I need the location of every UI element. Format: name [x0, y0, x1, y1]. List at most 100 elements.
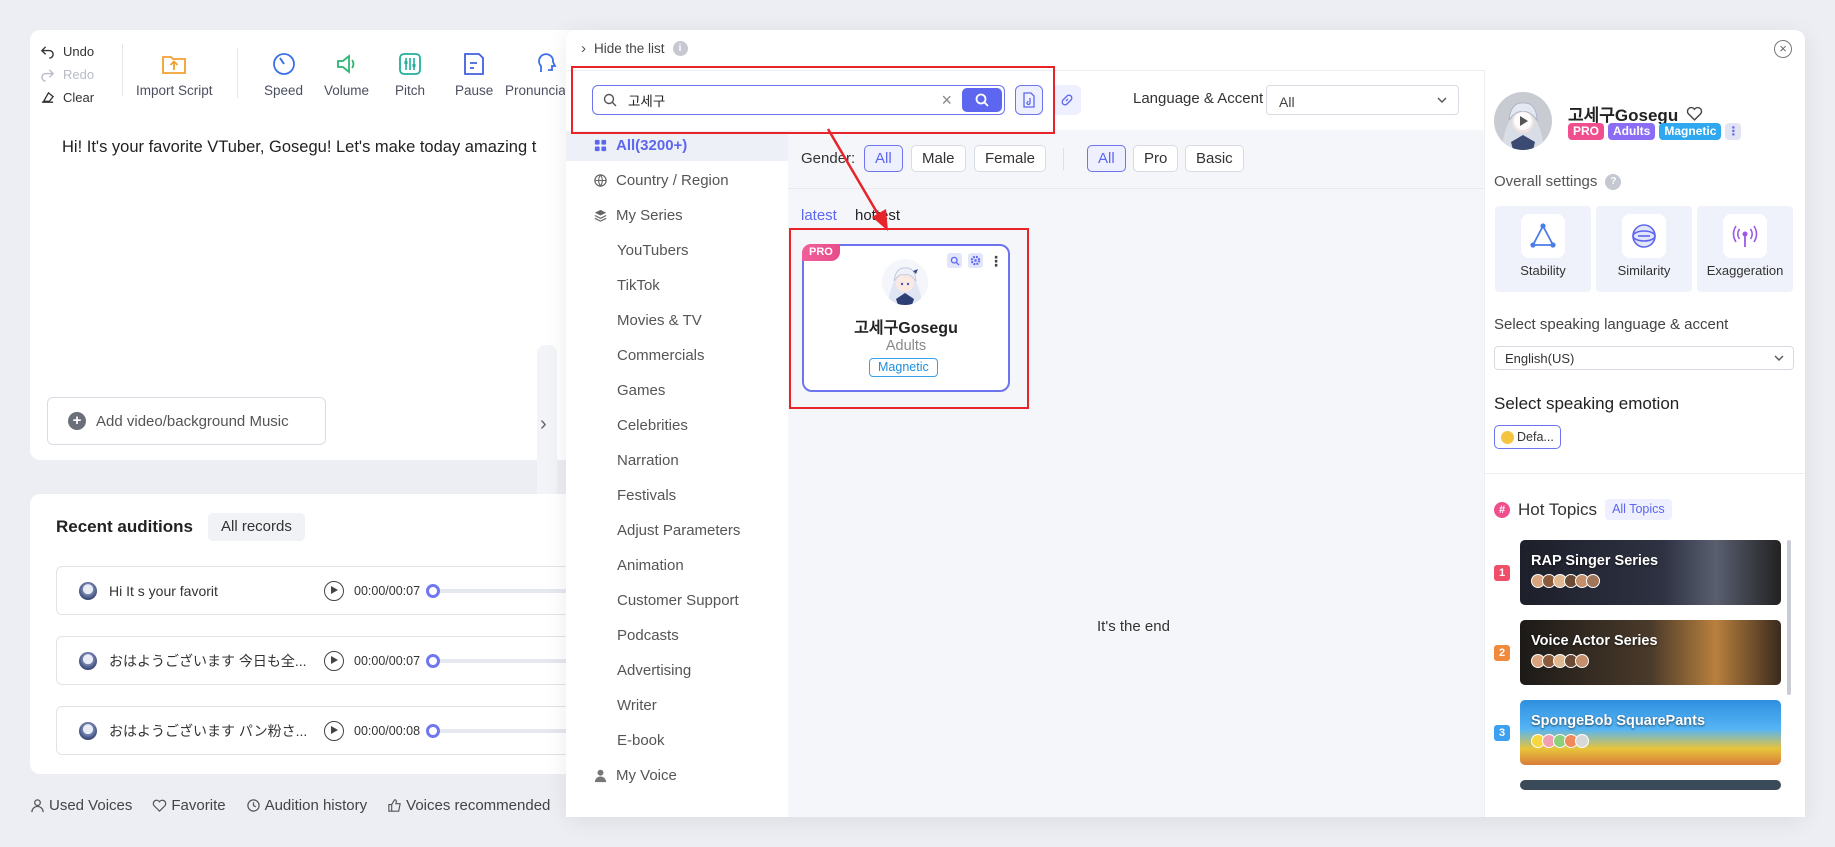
language-accent-select[interactable]: All [1266, 85, 1459, 115]
topics-scrollbar[interactable] [1787, 540, 1791, 695]
undo-button[interactable]: Undo [40, 40, 118, 63]
add-music-button[interactable]: + Add video/background Music [47, 397, 326, 445]
category-my-voice-label: My Voice [616, 767, 677, 784]
more-vertical-icon[interactable]: ⋮ [1725, 123, 1742, 140]
volume-button[interactable]: Volume [324, 50, 369, 98]
used-voices-link[interactable]: Used Voices [30, 797, 132, 814]
category-all[interactable]: All(3200+) [593, 137, 687, 154]
used-voices-label: Used Voices [49, 797, 133, 814]
help-icon[interactable]: ? [1605, 173, 1622, 190]
topic-card[interactable]: SpongeBob SquarePants [1520, 700, 1781, 765]
emotion-default-chip[interactable]: Defa... [1494, 425, 1561, 449]
category-series-label: My Series [616, 207, 683, 224]
topic-title: SpongeBob SquarePants [1531, 713, 1706, 729]
subcategory-item[interactable]: Writer [617, 697, 657, 714]
voices-recommended-link[interactable]: Voices recommended [387, 797, 550, 814]
subcategory-item[interactable]: TikTok [617, 277, 660, 294]
triangle-nodes-icon [1521, 214, 1565, 258]
import-script-label: Import Script [136, 83, 213, 98]
pitch-button[interactable]: Pitch [395, 50, 425, 98]
speaking-language-select[interactable]: English(US) [1494, 346, 1794, 370]
subcategory-item[interactable]: Adjust Parameters [617, 522, 740, 539]
info-icon[interactable]: i [672, 41, 688, 56]
annotation-arrow [826, 128, 888, 231]
plus-icon: + [68, 412, 86, 430]
overall-settings-label: Overall settings [1494, 173, 1598, 190]
pause-button[interactable]: Pause [455, 50, 493, 98]
annotation-highlight-search [571, 66, 1055, 134]
exaggeration-label: Exaggeration [1706, 263, 1784, 278]
speed-button[interactable]: Speed [264, 50, 303, 98]
subcategory-item[interactable]: Movies & TV [617, 312, 702, 329]
voice-preview-avatar[interactable] [1494, 92, 1552, 150]
progress-knob[interactable] [426, 653, 441, 668]
topic-card[interactable]: RAP Singer Series [1520, 540, 1781, 605]
subcategory-item[interactable]: Podcasts [617, 627, 679, 644]
hot-topics-label: Hot Topics [1518, 499, 1598, 519]
speaker-icon [336, 54, 354, 74]
audition-row[interactable]: おはようございます パン粉さ... 00:00/00:08 [56, 706, 596, 755]
hide-list-label: Hide the list [594, 41, 665, 56]
clear-button[interactable]: Clear [40, 86, 118, 109]
redo-button[interactable]: Redo [40, 63, 118, 86]
audition-time: 00:00/00:08 [354, 723, 421, 738]
subcategory-item[interactable]: Games [617, 382, 665, 399]
close-icon[interactable]: × [1774, 40, 1792, 58]
favorite-label: Favorite [171, 797, 226, 814]
topic-avatars [1531, 734, 1589, 748]
gender-female-chip[interactable]: Female [974, 145, 1047, 172]
tier-basic-chip[interactable]: Basic [1185, 145, 1244, 172]
progress-knob[interactable] [426, 723, 441, 738]
play-icon[interactable] [324, 720, 344, 741]
all-records-button[interactable]: All records [208, 513, 305, 541]
subcategory-item[interactable]: Commercials [617, 347, 705, 364]
tier-all-chip[interactable]: All [1087, 145, 1126, 172]
audition-time: 00:00/00:07 [354, 583, 421, 598]
category-country[interactable]: Country / Region [593, 172, 729, 189]
audition-row[interactable]: おはようございます 今日も全... 00:00/00:07 [56, 636, 596, 685]
similarity-setting[interactable]: Similarity [1596, 206, 1692, 292]
thumbs-up-icon [388, 799, 401, 812]
topic-card[interactable]: Voice Actor Series [1520, 620, 1781, 685]
language-accent-label: Language & Accent [1133, 90, 1264, 107]
subcategory-item[interactable]: E-book [617, 732, 665, 749]
audition-history-link[interactable]: Audition history [246, 797, 367, 814]
chevron-right-icon[interactable]: › [540, 413, 547, 436]
link-search-button[interactable] [1053, 85, 1081, 115]
all-topics-button[interactable]: All Topics [1605, 499, 1672, 520]
recent-auditions-title: Recent auditions [56, 517, 193, 536]
gender-male-chip[interactable]: Male [911, 145, 966, 172]
script-text[interactable]: Hi! It's your favorite VTuber, Gosegu! L… [62, 138, 572, 157]
similarity-icon [1622, 214, 1666, 258]
clear-label: Clear [63, 90, 95, 105]
category-series[interactable]: My Series [593, 207, 683, 224]
subcategory-item[interactable]: Advertising [617, 662, 691, 679]
hide-list-toggle[interactable]: › Hide the list i [581, 40, 688, 57]
favorite-link[interactable]: Favorite [152, 797, 226, 814]
tier-pro-chip[interactable]: Pro [1133, 145, 1179, 172]
topic-title: RAP Singer Series [1531, 553, 1659, 569]
subcategory-item[interactable]: Customer Support [617, 592, 739, 609]
age-tag: Adults [1608, 123, 1656, 140]
import-script-button[interactable]: Import Script [136, 50, 213, 98]
audition-text: Hi It s your favorit [109, 582, 218, 599]
exaggeration-setting[interactable]: Exaggeration [1697, 206, 1793, 292]
subcategory-item[interactable]: YouTubers [617, 242, 688, 259]
filter-separator [1063, 148, 1064, 170]
subcategory-item[interactable]: Celebrities [617, 417, 688, 434]
pro-tag: PRO [1568, 123, 1605, 140]
pronunciation-button[interactable]: Pronunciati [505, 50, 565, 98]
subcategory-item[interactable]: Narration [617, 452, 679, 469]
subcategory-item[interactable]: Festivals [617, 487, 676, 504]
play-icon[interactable] [324, 650, 344, 671]
audition-row[interactable]: Hi It s your favorit 00:00/00:07 [56, 566, 596, 615]
progress-knob[interactable] [426, 583, 441, 598]
heart-icon[interactable] [1686, 105, 1703, 122]
emotion-heading: Select speaking emotion [1494, 394, 1680, 413]
subcategory-item[interactable]: Animation [617, 557, 684, 574]
category-my-voice[interactable]: My Voice [593, 767, 677, 784]
play-icon[interactable] [324, 580, 344, 601]
stability-setting[interactable]: Stability [1495, 206, 1591, 292]
topic-card[interactable] [1520, 780, 1781, 790]
speedometer-icon [272, 53, 295, 75]
